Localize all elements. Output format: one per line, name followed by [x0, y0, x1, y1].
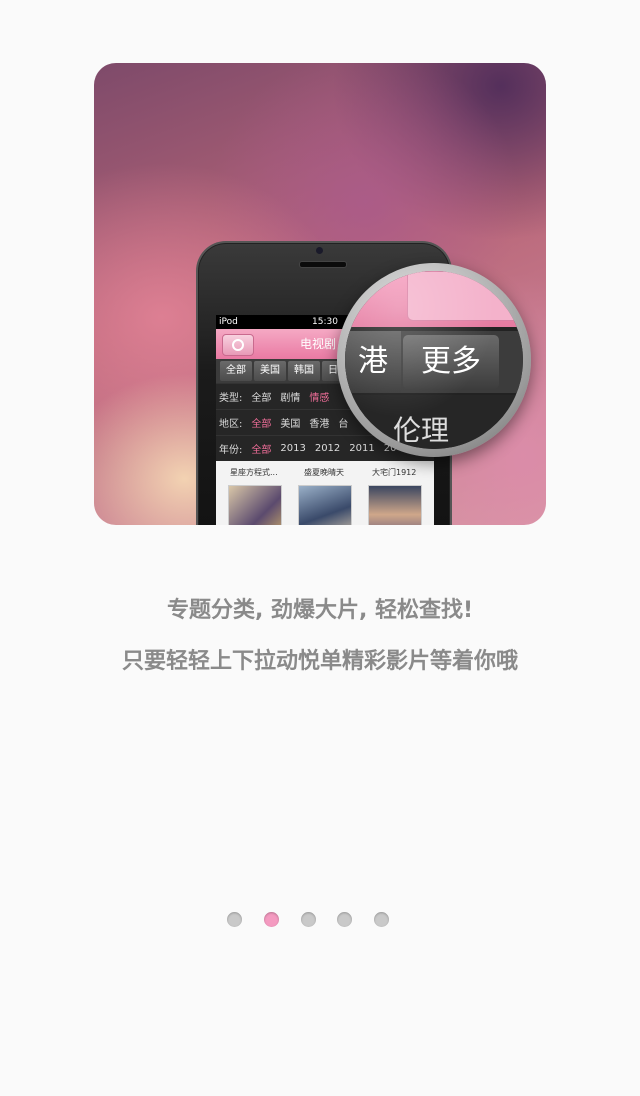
- thumbnail-grid: 星座方程式... 盛夏晚晴天 大宅门1912: [216, 461, 434, 525]
- movie-poster: [368, 485, 422, 525]
- magnifier-lens: 港 更多 伦理: [337, 263, 531, 457]
- filter-label: 地区:: [219, 419, 243, 430]
- carrier-label: iPod: [219, 317, 238, 327]
- caption-line-2: 只要轻轻上下拉动悦单精彩影片等着你哦: [121, 649, 518, 674]
- page-dot[interactable]: [227, 912, 242, 927]
- thumbnail-title: 星座方程式...: [230, 468, 278, 477]
- search-icon: [222, 334, 254, 356]
- filter-option: 2012: [314, 443, 341, 454]
- filter-label: 类型:: [219, 393, 243, 404]
- filter-option: 剧情: [280, 393, 301, 404]
- magnified-view: 港 更多 伦理: [345, 271, 523, 449]
- filter-option: 香港: [309, 419, 330, 430]
- page-dot[interactable]: [301, 912, 316, 927]
- category-tab: 全部: [220, 361, 252, 381]
- thumbnail-title: 盛夏晚晴天: [304, 468, 344, 477]
- page-indicator: [0, 912, 640, 928]
- thumbnail-title: 大宅门1912: [372, 468, 417, 477]
- speaker-grille: [299, 261, 347, 268]
- filter-option-selected: 全部: [251, 445, 272, 456]
- filter-option: 全部: [251, 393, 272, 404]
- filter-option: 美国: [280, 419, 301, 430]
- category-tab: 韩国: [288, 361, 320, 381]
- page-dot[interactable]: [337, 912, 352, 927]
- camera-icon: [316, 247, 323, 254]
- category-tab: 美国: [254, 361, 286, 381]
- filter-option: 2013: [280, 443, 306, 454]
- feature-illustration: iPod 15:30 电视剧 全部 美国 韩国 日 类型: 全部 剧情 情感 地…: [94, 63, 546, 525]
- movie-poster: [228, 485, 282, 525]
- page-dot[interactable]: [374, 912, 389, 927]
- clock: 15:30: [312, 317, 338, 327]
- filter-label: 年份:: [219, 445, 243, 456]
- movie-poster: [298, 485, 352, 525]
- nav-title: 电视剧: [300, 337, 337, 351]
- filter-option-selected: 情感: [309, 393, 330, 404]
- page-dot-active[interactable]: [264, 912, 279, 927]
- caption-line-1: 专题分类, 劲爆大片, 轻松查找!: [166, 598, 474, 623]
- filter-option-selected: 全部: [251, 419, 272, 430]
